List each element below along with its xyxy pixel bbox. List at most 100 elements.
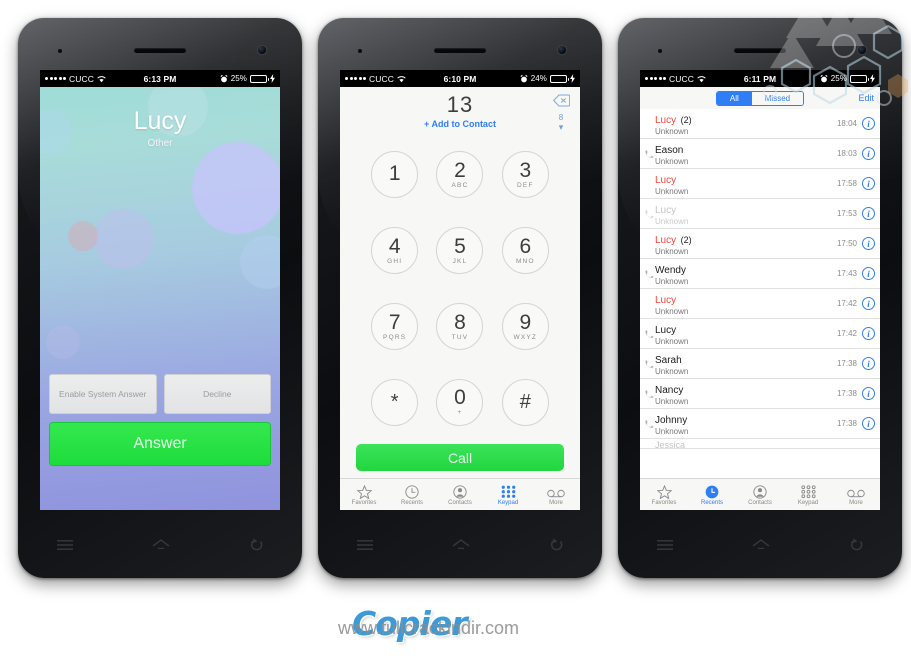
status-bar: CUCC 6:11 PM 25% [640, 70, 880, 87]
call-button[interactable]: Call [356, 444, 564, 471]
key-digit: 7 [388, 310, 401, 334]
segmented-control: All Missed [715, 90, 805, 106]
dialpad-key[interactable]: * [371, 378, 419, 426]
status-bar-left: CUCC [45, 74, 106, 84]
status-bar-left: CUCC [645, 74, 706, 84]
tab-recents[interactable]: Recents [688, 484, 736, 506]
dialpad-key[interactable]: 9 WXYZ [501, 302, 549, 350]
answer-button[interactable]: Answer [49, 422, 271, 466]
carrier-label: CUCC [69, 73, 94, 84]
call-list-item[interactable]: Nancy Unknown 17:38 i [640, 379, 880, 409]
call-time: 17:38 [836, 389, 857, 398]
android-nav-bar [18, 516, 302, 578]
back-button[interactable] [249, 538, 263, 556]
dialpad-key[interactable]: 3 DEF [501, 151, 549, 199]
dialpad-key[interactable]: 5 JKL [436, 227, 484, 275]
tab-keypad[interactable]: Keypad [484, 484, 532, 506]
decline-button[interactable]: Decline [163, 374, 271, 414]
call-list-item[interactable]: Lucy Unknown 17:58 i [640, 169, 880, 199]
info-button[interactable]: i [862, 297, 875, 310]
chevron-down-icon[interactable]: ▾ [551, 122, 571, 131]
info-button[interactable]: i [862, 117, 875, 130]
dialpad-key[interactable]: 0 + [436, 378, 484, 426]
key-digit: 1 [388, 162, 401, 186]
info-button[interactable]: i [862, 147, 875, 160]
tab-keypad[interactable]: Keypad [784, 484, 832, 506]
recent-calls-list[interactable]: Lucy (2) Unknown 18:04 i Eason Unknown 1… [640, 109, 880, 478]
caller-location: Unknown [655, 336, 689, 346]
tab-bar: Favorites Recents Contacts Keypad More [340, 478, 580, 510]
call-info: Nancy Unknown [655, 380, 837, 407]
caller-location: Unknown [655, 396, 689, 406]
call-list-item-partial[interactable]: Jessica [640, 439, 880, 450]
earpiece-speaker [434, 48, 486, 53]
tab-recents[interactable]: Recents [388, 484, 436, 506]
dialpad-key[interactable]: 7 PQRS [371, 302, 419, 350]
home-button[interactable] [152, 538, 170, 556]
info-button[interactable]: i [862, 237, 875, 250]
dialpad-key[interactable]: 2 ABC [436, 151, 484, 199]
call-info: Wendy Unknown [655, 260, 837, 287]
call-info: Sarah Unknown [655, 350, 837, 377]
tab-bar: Favorites Recents Contacts Keypad More [640, 478, 880, 510]
info-button[interactable]: i [862, 177, 875, 190]
back-button[interactable] [849, 538, 863, 556]
dialpad-key[interactable]: 4 GHI [371, 227, 419, 275]
home-button[interactable] [752, 538, 770, 556]
info-button[interactable]: i [862, 387, 875, 400]
tab-label: Contacts [748, 499, 772, 506]
keypad-screen: 13 + Add to Contact 8 ▾ 1 2 ABC 3 DEF 4 … [340, 87, 580, 510]
tab-more[interactable]: More [832, 484, 880, 506]
tab-favorites[interactable]: Favorites [640, 484, 688, 506]
menu-button[interactable] [657, 538, 674, 556]
star-icon [656, 484, 672, 499]
menu-button[interactable] [357, 538, 374, 556]
menu-button[interactable] [57, 538, 74, 556]
call-direction-icon [643, 269, 655, 278]
home-button[interactable] [452, 538, 470, 556]
call-actions: Enable System Answer Decline Answer [49, 374, 271, 466]
dialpad: 1 2 ABC 3 DEF 4 GHI 5 JKL 6 MNO 7 PQRS 8… [340, 135, 580, 444]
dialpad-key[interactable]: 6 MNO [501, 227, 549, 275]
call-time: 17:42 [836, 329, 857, 338]
call-list-item[interactable]: Eason Unknown 18:03 i [640, 139, 880, 169]
segment-missed[interactable]: Missed [751, 91, 804, 105]
segment-all[interactable]: All [716, 91, 752, 105]
info-button[interactable]: i [862, 417, 875, 430]
info-button[interactable]: i [862, 327, 875, 340]
call-time: 17:38 [836, 359, 857, 368]
dialpad-key[interactable]: 1 [371, 151, 419, 199]
person-icon [453, 484, 467, 499]
status-bar: CUCC 6:13 PM 25% [40, 70, 280, 87]
call-list-item[interactable]: Lucy Unknown 17:53 i [640, 199, 880, 229]
caller-name: Wendy [655, 265, 686, 277]
back-button[interactable] [549, 538, 563, 556]
dialpad-key[interactable]: # [501, 378, 549, 426]
tab-contacts[interactable]: Contacts [436, 484, 484, 506]
dialpad-key[interactable]: 8 TUV [436, 302, 484, 350]
call-list-item[interactable]: Lucy Unknown 17:42 i [640, 289, 880, 319]
key-digit: 6 [519, 234, 532, 258]
tab-contacts[interactable]: Contacts [736, 484, 784, 506]
caller-location: Unknown [655, 126, 689, 136]
info-button[interactable]: i [862, 357, 875, 370]
backspace-icon[interactable] [552, 94, 570, 107]
info-button[interactable]: i [862, 267, 875, 280]
tab-label: Recents [700, 499, 723, 506]
call-list-item[interactable]: Wendy Unknown 17:43 i [640, 259, 880, 289]
call-list-item[interactable]: Sarah Unknown 17:38 i [640, 349, 880, 379]
tab-more[interactable]: More [532, 484, 580, 506]
tab-label: Recents [400, 499, 423, 506]
edit-button[interactable]: Edit [858, 93, 874, 103]
tab-favorites[interactable]: Favorites [340, 484, 388, 506]
call-list-item[interactable]: Lucy (2) Unknown 18:04 i [640, 109, 880, 139]
info-button[interactable]: i [862, 207, 875, 220]
enable-system-answer-button[interactable]: Enable System Answer [49, 374, 157, 414]
battery-percent-label: 25% [830, 74, 847, 83]
call-list-item[interactable]: Lucy Unknown 17:42 i [640, 319, 880, 349]
call-time: 17:43 [836, 269, 857, 278]
battery-icon [250, 74, 269, 83]
add-to-contact-button[interactable]: + Add to Contact [340, 119, 580, 129]
call-list-item[interactable]: Lucy (2) Unknown 17:50 i [640, 229, 880, 259]
key-digit: 0 [454, 386, 466, 410]
